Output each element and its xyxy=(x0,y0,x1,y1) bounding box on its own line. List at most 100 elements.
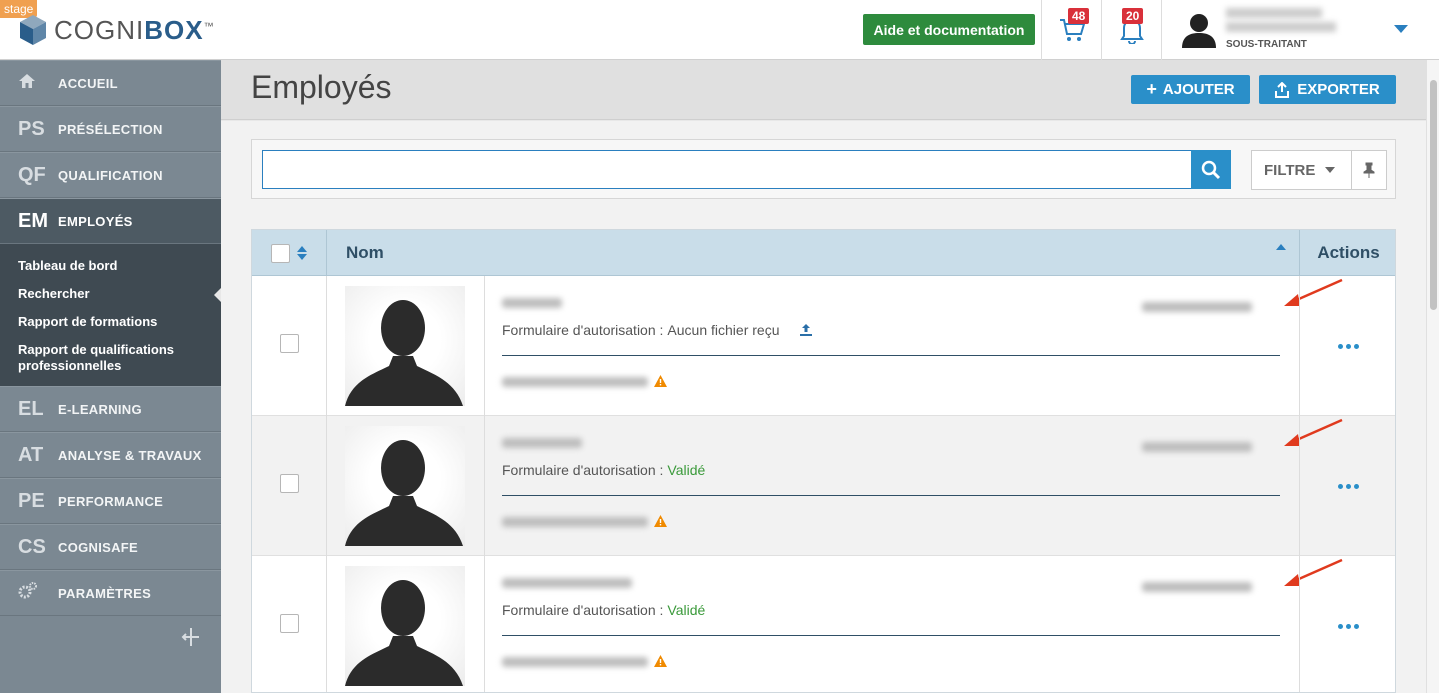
export-button-label: EXPORTER xyxy=(1297,81,1380,98)
auth-label: Formulaire d'autorisation : xyxy=(502,602,664,618)
table-header: Nom Actions xyxy=(252,230,1395,276)
search-input[interactable] xyxy=(262,150,1192,189)
warning-icon xyxy=(654,515,667,527)
column-header-actions: Actions xyxy=(1299,230,1395,276)
plus-icon: + xyxy=(1146,79,1157,99)
page-header: Employés + AJOUTER EXPORTER xyxy=(221,60,1426,120)
help-documentation-button[interactable]: Aide et documentation xyxy=(863,14,1035,45)
sidebar-item-abbr: EL xyxy=(18,397,44,420)
column-header-name[interactable]: Nom xyxy=(346,243,384,263)
sidebar-item-label: ANALYSE & TRAVAUX xyxy=(58,447,202,463)
search-icon xyxy=(1201,160,1221,179)
auth-status-value: Validé xyxy=(667,462,706,478)
collapse-sidebar-icon[interactable] xyxy=(180,627,202,653)
select-all-checkbox[interactable] xyxy=(271,243,290,263)
cart-count-badge: 48 xyxy=(1068,8,1090,24)
table-row: Formulaire d'autorisation : Aucun fichie… xyxy=(252,276,1395,416)
person-silhouette-icon xyxy=(345,580,463,686)
sidebar-item-parametres[interactable]: PARAMÈTRES xyxy=(0,570,221,616)
more-actions-icon[interactable] xyxy=(1338,343,1359,349)
sidebar-item-accueil[interactable]: ACCUEIL xyxy=(0,60,221,106)
sidebar-item-label: ACCUEIL xyxy=(58,75,118,91)
employee-info: Formulaire d'autorisation : Validé xyxy=(502,556,1282,692)
subnav-tableau-de-bord[interactable]: Tableau de bord xyxy=(0,252,221,280)
export-button[interactable]: EXPORTER xyxy=(1259,75,1396,104)
page-scrollbar[interactable] xyxy=(1426,60,1439,693)
employee-avatar xyxy=(345,286,465,406)
scrollbar-thumb[interactable] xyxy=(1430,80,1437,310)
logo-text: COGNIBOX™ xyxy=(54,14,215,45)
warning-icon xyxy=(654,655,667,667)
sidebar-item-qualification[interactable]: QF QUALIFICATION xyxy=(0,152,221,198)
employee-id-redacted xyxy=(1142,302,1252,312)
auth-label: Formulaire d'autorisation : xyxy=(502,462,664,478)
filter-dropdown[interactable]: FILTRE xyxy=(1251,150,1352,190)
page-title: Employés xyxy=(251,69,392,105)
photo-cell xyxy=(328,416,485,556)
employes-subnav: Tableau de bord Rechercher Rapport de fo… xyxy=(0,244,221,386)
photo-cell xyxy=(328,556,485,692)
person-silhouette-icon xyxy=(345,440,463,546)
row-select-cell xyxy=(252,276,327,416)
upload-icon[interactable] xyxy=(799,323,813,337)
sidebar-item-preselection[interactable]: PS PRÉSÉLECTION xyxy=(0,106,221,152)
user-company-redacted xyxy=(1226,22,1336,32)
sort-icon[interactable] xyxy=(297,246,307,260)
notifications-button[interactable]: 20 xyxy=(1102,0,1162,60)
cognibox-logo[interactable]: COGNIBOX™ xyxy=(18,10,215,50)
sidebar-item-analyse-travaux[interactable]: AT ANALYSE & TRAVAUX xyxy=(0,432,221,478)
divider xyxy=(502,635,1280,636)
pin-icon xyxy=(1363,162,1375,178)
subnav-rapport-formations[interactable]: Rapport de formations xyxy=(0,308,221,336)
sidebar-item-label: PRÉSÉLECTION xyxy=(58,121,163,137)
subnav-rechercher[interactable]: Rechercher xyxy=(0,280,221,308)
employee-name-redacted xyxy=(502,298,562,308)
sidebar-item-elearning[interactable]: EL E-LEARNING xyxy=(0,386,221,432)
sidebar-item-label: PARAMÈTRES xyxy=(58,585,152,601)
sort-ascending-icon[interactable] xyxy=(1276,244,1286,250)
sidebar-item-label: QUALIFICATION xyxy=(58,167,163,183)
add-button-label: AJOUTER xyxy=(1162,81,1235,98)
main-content: Employés + AJOUTER EXPORTER FILTRE Nom A… xyxy=(221,60,1426,693)
divider xyxy=(502,495,1280,496)
add-employee-button[interactable]: + AJOUTER xyxy=(1131,75,1250,104)
content-area: FILTRE Nom Actions Formulaire d'autorisa… xyxy=(221,121,1426,693)
search-panel: FILTRE xyxy=(251,139,1396,199)
employee-name-redacted xyxy=(502,578,632,588)
sidebar-item-performance[interactable]: PE PERFORMANCE xyxy=(0,478,221,524)
more-actions-icon[interactable] xyxy=(1338,483,1359,489)
user-menu[interactable]: SOUS-TRAITANT xyxy=(1162,0,1432,60)
sidebar-item-label: E-LEARNING xyxy=(58,401,142,417)
row-actions-cell xyxy=(1299,416,1395,556)
caret-down-icon xyxy=(1325,167,1336,173)
subnav-rapport-qualifications[interactable]: Rapport de qualifications professionnell… xyxy=(0,336,221,380)
more-actions-icon[interactable] xyxy=(1338,623,1359,629)
gears-icon xyxy=(0,581,58,605)
employees-table: Nom Actions Formulaire d'autorisation: … xyxy=(251,229,1396,693)
sidebar-item-label: COGNISAFE xyxy=(58,539,138,555)
sidebar-item-employes[interactable]: EM EMPLOYÉS xyxy=(0,198,221,244)
sidebar-item-abbr: PS xyxy=(18,117,45,140)
warning-icon xyxy=(654,375,667,387)
sidebar-item-abbr: QF xyxy=(18,163,46,186)
employee-id-redacted xyxy=(1142,582,1252,592)
cart-button[interactable]: 48 xyxy=(1042,0,1102,60)
row-actions-cell xyxy=(1299,276,1395,416)
notifications-count-badge: 20 xyxy=(1122,8,1144,24)
divider xyxy=(502,355,1280,356)
authorization-status: Formulaire d'autorisation : Aucun fichie… xyxy=(502,322,813,338)
row-select-cell xyxy=(252,556,327,692)
sidebar-item-cognisafe[interactable]: CS COGNISAFE xyxy=(0,524,221,570)
employee-detail-redacted xyxy=(502,377,648,387)
row-checkbox[interactable] xyxy=(280,334,299,353)
row-checkbox[interactable] xyxy=(280,474,299,493)
user-role: SOUS-TRAITANT xyxy=(1226,39,1307,50)
home-icon xyxy=(0,72,58,95)
sidebar-item-abbr: AT xyxy=(18,443,44,466)
authorization-status: Formulaire d'autorisation : Validé xyxy=(502,462,705,478)
row-checkbox[interactable] xyxy=(280,614,299,633)
employee-name-redacted xyxy=(502,438,582,448)
pin-filter-button[interactable] xyxy=(1351,150,1387,190)
search-button[interactable] xyxy=(1191,150,1231,189)
chevron-down-icon[interactable] xyxy=(1394,25,1408,33)
